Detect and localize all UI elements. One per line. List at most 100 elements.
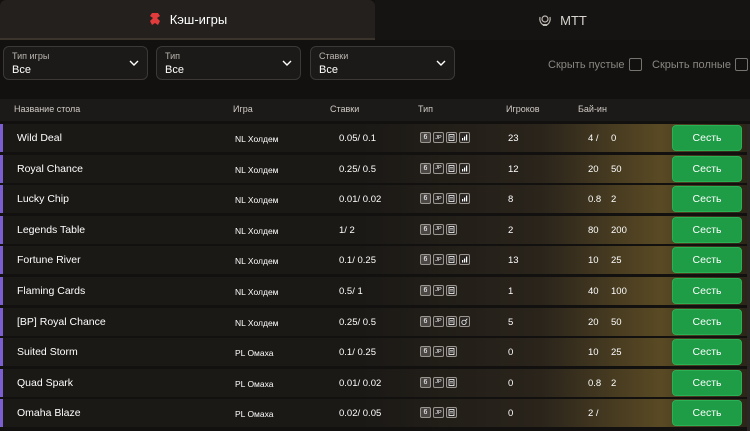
buyin-min: 0.8 (588, 377, 602, 389)
table-row[interactable]: Fortune River NL Холдем 0.1/ 0.25 6 JP 13 10 25… (0, 246, 750, 275)
buyin-max: 2 (611, 377, 617, 389)
table-row[interactable]: Omaha Blaze PL Омаха 0.02/ 0.05 6 JP 0 2 / Сест… (0, 399, 750, 428)
trophy-wreath-icon (539, 15, 551, 26)
stakes-dropdown[interactable]: Ставки Все (310, 46, 455, 80)
game-type: NL Холдем (235, 317, 279, 328)
table-row[interactable]: [BP] Royal Chance NL Холдем 0.25/ 0.5 6 JP 5 2… (0, 307, 750, 336)
stakes-value: 0.25/ 0.5 (339, 163, 376, 175)
table-row[interactable]: Suited Storm PL Омаха 0.1/ 0.25 6 JP 0 10 25 Сес… (0, 338, 750, 367)
sit-button[interactable]: Сесть (672, 216, 742, 243)
rules-doc-icon (446, 193, 457, 205)
sit-button[interactable]: Сесть (672, 277, 742, 304)
jackpot-icon: JP (433, 315, 444, 327)
table-type-icons: 6 JP (420, 254, 470, 266)
sit-button[interactable]: Сесть (672, 400, 742, 427)
table-type-icons: 6 JP (420, 407, 457, 419)
players-count: 1 (508, 285, 514, 297)
jackpot-icon: JP (433, 162, 444, 174)
col-players[interactable]: Игроков (506, 104, 540, 114)
tab-mtt-label: МТТ (560, 12, 587, 28)
stakes-value: 0.01/ 0.02 (339, 194, 382, 206)
six-max-icon: 6 (420, 193, 431, 205)
table-row[interactable]: Quad Spark PL Омаха 0.01/ 0.02 6 JP 0 0.8 2 Сест… (0, 368, 750, 397)
table-row[interactable]: Legends Table NL Холдем 1/ 2 6 JP 2 80 200 Сесть (0, 215, 750, 244)
rules-doc-icon (446, 162, 457, 174)
tables-list: Wild Deal NL Холдем 0.05/ 0.1 6 JP 23 4 /0 Сест… (0, 124, 750, 430)
jackpot-icon: JP (433, 254, 444, 266)
type-value: Все (165, 64, 184, 76)
sit-button[interactable]: Сесть (672, 339, 742, 366)
table-header: Название стола Игра Ставки Тип Игроков Б… (0, 99, 750, 121)
table-row[interactable]: Wild Deal NL Холдем 0.05/ 0.1 6 JP 23 4 / 0 Сест… (0, 124, 750, 152)
stats-bars-icon (459, 254, 470, 266)
tab-cash-games-label: Кэш-игры (169, 11, 228, 27)
col-buyin[interactable]: Бай-ин (578, 104, 607, 114)
game-type: NL Холдем (235, 286, 279, 297)
tab-cash-games[interactable]: Кэш-игры (0, 0, 375, 40)
col-stakes[interactable]: Ставки (330, 104, 359, 114)
sit-button[interactable]: Сесть (672, 369, 742, 396)
rules-doc-icon (446, 407, 457, 419)
stakes-value: 0.1/ 0.25 (339, 347, 376, 359)
jackpot-icon: JP (433, 223, 444, 235)
buyin-min: 20 (588, 316, 599, 328)
hide-full-checkbox[interactable] (734, 58, 748, 71)
six-max-icon: 6 (420, 162, 431, 174)
table-type-icons: 6 JP (420, 193, 470, 205)
hide-empty-checkbox[interactable] (628, 58, 642, 71)
buyin-min: 20 (588, 163, 599, 175)
rules-doc-icon (446, 315, 457, 327)
col-name[interactable]: Название стола (14, 104, 80, 114)
players-count: 0 (508, 377, 514, 389)
buyin-max: 2 (611, 194, 617, 206)
six-max-icon: 6 (420, 223, 431, 235)
table-row[interactable]: Lucky Chip NL Холдем 0.01/ 0.02 6 JP 8 0.8 2 Сес… (0, 185, 750, 214)
sit-button[interactable]: Сесть (672, 155, 742, 182)
bomb-pot-icon (459, 315, 470, 327)
buyin-min: 80 (588, 224, 599, 236)
stakes-value: 0.25/ 0.5 (339, 316, 376, 328)
table-row[interactable]: Flaming Cards NL Холдем 0.5/ 1 6 JP 1 40 100 Сес… (0, 276, 750, 305)
rules-doc-icon (446, 346, 457, 358)
sit-button[interactable]: Сесть (672, 125, 742, 151)
table-row[interactable]: Royal Chance NL Холдем 0.25/ 0.5 6 JP 12 20 50 С… (0, 154, 750, 183)
cash-games-icon (149, 13, 160, 25)
rules-doc-icon (446, 223, 457, 235)
table-name: Quad Spark (17, 376, 74, 389)
sit-button[interactable]: Сесть (672, 186, 742, 213)
tab-mtt[interactable]: МТТ (375, 0, 750, 40)
players-count: 5 (508, 316, 514, 328)
hide-empty-toggle[interactable]: Скрыть пустые (548, 58, 642, 71)
col-type[interactable]: Тип (418, 104, 433, 114)
six-max-icon: 6 (420, 376, 431, 388)
game-type: NL Холдем (235, 256, 279, 267)
six-max-icon: 6 (420, 315, 431, 327)
col-game[interactable]: Игра (233, 104, 253, 114)
type-dropdown[interactable]: Тип Все (156, 46, 301, 80)
buyin-min: 2 / (588, 408, 599, 420)
jackpot-icon: JP (433, 376, 444, 388)
chevron-down-icon (436, 60, 446, 66)
jackpot-icon: JP (433, 193, 444, 205)
hide-full-label: Скрыть полные (652, 58, 731, 71)
table-name: Flaming Cards (17, 284, 86, 297)
six-max-icon: 6 (420, 254, 431, 266)
players-count: 12 (508, 163, 519, 175)
game-type-dropdown[interactable]: Тип игры Все (3, 46, 148, 80)
stats-bars-icon (459, 132, 470, 143)
buyin-max: 50 (611, 163, 622, 175)
stakes-value: 0.02/ 0.05 (339, 408, 382, 420)
buyin-min: 10 (588, 255, 599, 267)
sit-button[interactable]: Сесть (672, 308, 742, 335)
jackpot-icon: JP (433, 407, 444, 419)
sit-button[interactable]: Сесть (672, 247, 742, 274)
buyin-max: 200 (611, 224, 627, 236)
hide-full-toggle[interactable]: Скрыть полные (652, 58, 748, 71)
table-type-icons: 6 JP (420, 315, 470, 327)
table-name: Omaha Blaze (17, 407, 81, 420)
table-type-icons: 6 JP (420, 376, 457, 388)
table-name: [BP] Royal Chance (17, 315, 106, 328)
buyin-max: 25 (611, 347, 622, 359)
stats-bars-icon (459, 162, 470, 174)
six-max-icon: 6 (420, 132, 431, 143)
